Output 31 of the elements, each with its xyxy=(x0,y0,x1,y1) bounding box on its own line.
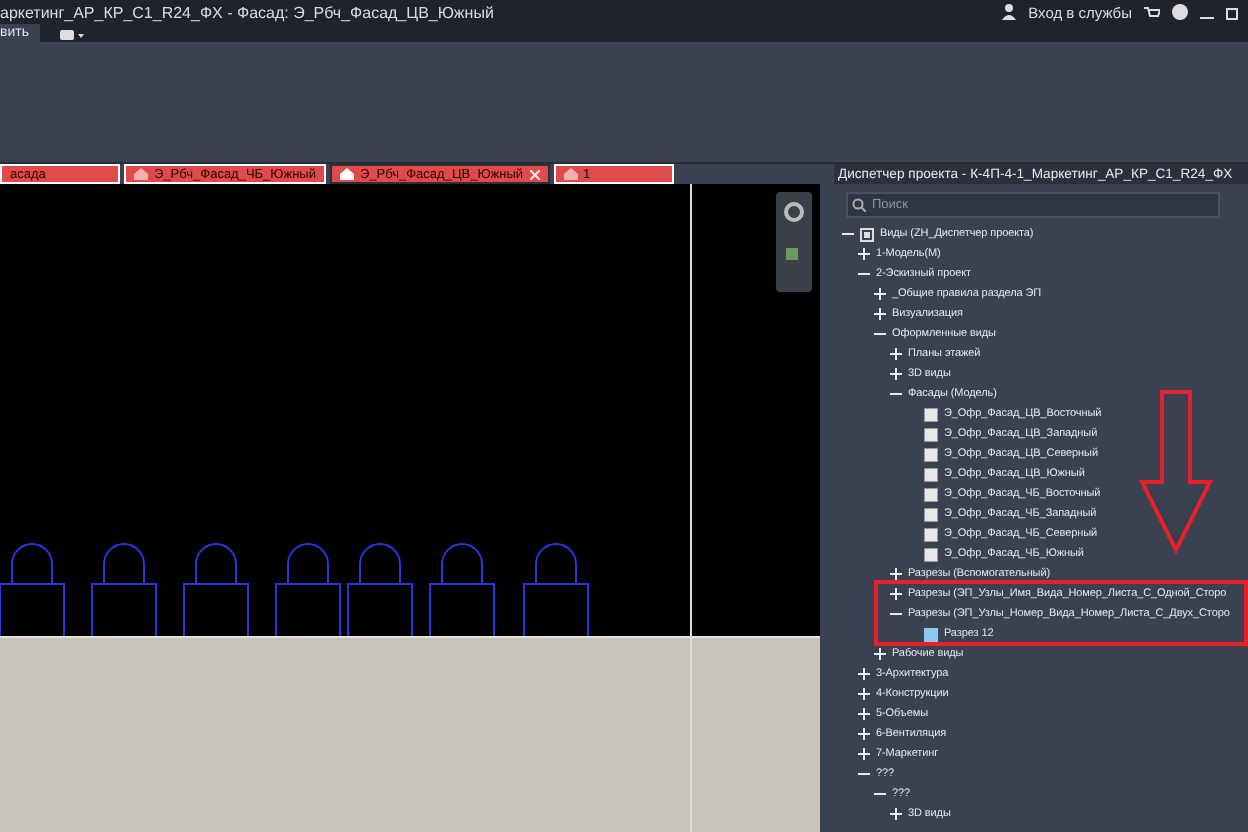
collapse-icon[interactable] xyxy=(890,608,902,620)
section-view-icon xyxy=(924,627,938,641)
expand-icon[interactable] xyxy=(858,668,870,680)
collapse-icon[interactable] xyxy=(874,788,886,800)
expand-icon[interactable] xyxy=(890,348,902,360)
views-icon xyxy=(860,227,874,241)
expand-icon[interactable] xyxy=(890,808,902,820)
expand-icon[interactable] xyxy=(858,728,870,740)
expand-icon[interactable] xyxy=(874,308,886,320)
expand-icon[interactable] xyxy=(874,648,886,660)
steering-wheel-icon[interactable] xyxy=(784,202,804,222)
expand-icon[interactable] xyxy=(858,748,870,760)
collapse-icon[interactable] xyxy=(858,768,870,780)
collapse-icon[interactable] xyxy=(874,328,886,340)
close-icon[interactable] xyxy=(529,169,540,179)
camera-icon[interactable] xyxy=(60,30,85,42)
expand-icon[interactable] xyxy=(874,288,886,300)
navigation-bar xyxy=(776,192,812,292)
restore-icon[interactable] xyxy=(1226,5,1240,19)
user-icon[interactable] xyxy=(1002,4,1017,20)
expand-icon[interactable] xyxy=(858,248,870,260)
collapse-icon[interactable] xyxy=(858,268,870,280)
expand-icon[interactable] xyxy=(858,688,870,700)
expand-icon[interactable] xyxy=(890,568,902,580)
collapse-icon[interactable] xyxy=(890,388,902,400)
expand-icon[interactable] xyxy=(890,368,902,380)
expand-icon[interactable] xyxy=(890,588,902,600)
cart-icon[interactable] xyxy=(1144,5,1160,19)
expand-icon[interactable] xyxy=(858,708,870,720)
window-title: аркетинг_АР_КР_С1_R24_ФХ - Фасад: Э_Рбч_Фасад_ЦВ_Южный xyxy=(0,3,494,21)
collapse-icon[interactable] xyxy=(842,228,854,240)
